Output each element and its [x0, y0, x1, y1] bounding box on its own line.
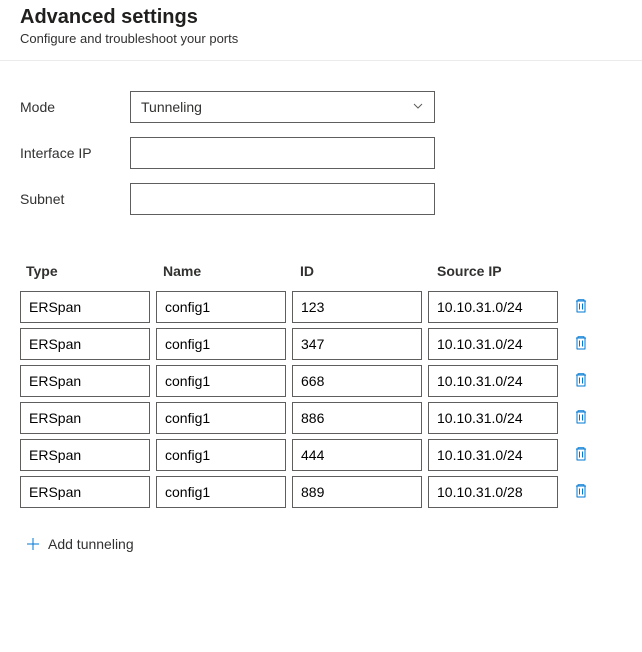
name-input[interactable] [156, 439, 286, 471]
subnet-label: Subnet [20, 191, 130, 207]
name-input[interactable] [156, 291, 286, 323]
table-header: Type Name ID Source IP [20, 263, 622, 291]
id-input[interactable] [292, 291, 422, 323]
chevron-down-icon [412, 99, 424, 115]
type-input[interactable] [20, 291, 150, 323]
page-header: Advanced settings Configure and troubles… [0, 0, 642, 61]
source-ip-input[interactable] [428, 439, 558, 471]
form-section: Mode Tunneling Interface IP Subnet [0, 61, 642, 215]
source-ip-input[interactable] [428, 328, 558, 360]
interface-label: Interface IP [20, 145, 130, 161]
trash-icon [573, 446, 589, 465]
type-input[interactable] [20, 402, 150, 434]
add-tunneling-label: Add tunneling [48, 536, 134, 552]
table-row [20, 365, 622, 397]
interface-ip-input[interactable] [130, 137, 435, 169]
id-input[interactable] [292, 328, 422, 360]
subnet-input[interactable] [130, 183, 435, 215]
mode-row: Mode Tunneling [20, 91, 622, 123]
id-input[interactable] [292, 476, 422, 508]
page-title: Advanced settings [20, 6, 622, 29]
header-source: Source IP [437, 263, 574, 279]
name-input[interactable] [156, 402, 286, 434]
trash-icon [573, 335, 589, 354]
page-subtitle: Configure and troubleshoot your ports [20, 31, 622, 46]
name-input[interactable] [156, 365, 286, 397]
trash-icon [573, 483, 589, 502]
header-id: ID [300, 263, 437, 279]
delete-row-button[interactable] [568, 476, 594, 508]
type-input[interactable] [20, 476, 150, 508]
interface-row: Interface IP [20, 137, 622, 169]
mode-dropdown[interactable]: Tunneling [130, 91, 435, 123]
mode-selected-value: Tunneling [141, 99, 202, 115]
delete-row-button[interactable] [568, 439, 594, 471]
source-ip-input[interactable] [428, 476, 558, 508]
type-input[interactable] [20, 328, 150, 360]
type-input[interactable] [20, 439, 150, 471]
table-body [20, 291, 622, 508]
id-input[interactable] [292, 439, 422, 471]
source-ip-input[interactable] [428, 291, 558, 323]
id-input[interactable] [292, 402, 422, 434]
name-input[interactable] [156, 476, 286, 508]
trash-icon [573, 298, 589, 317]
trash-icon [573, 409, 589, 428]
table-section: Type Name ID Source IP Add tunneling [0, 229, 642, 552]
source-ip-input[interactable] [428, 402, 558, 434]
trash-icon [573, 372, 589, 391]
add-tunneling-button[interactable]: Add tunneling [20, 536, 622, 552]
table-row [20, 328, 622, 360]
header-name: Name [163, 263, 300, 279]
table-row [20, 291, 622, 323]
subnet-row: Subnet [20, 183, 622, 215]
mode-label: Mode [20, 99, 130, 115]
delete-row-button[interactable] [568, 402, 594, 434]
table-row [20, 476, 622, 508]
delete-row-button[interactable] [568, 328, 594, 360]
source-ip-input[interactable] [428, 365, 558, 397]
table-row [20, 439, 622, 471]
plus-icon [26, 537, 40, 551]
header-type: Type [26, 263, 163, 279]
delete-row-button[interactable] [568, 291, 594, 323]
type-input[interactable] [20, 365, 150, 397]
id-input[interactable] [292, 365, 422, 397]
delete-row-button[interactable] [568, 365, 594, 397]
name-input[interactable] [156, 328, 286, 360]
table-row [20, 402, 622, 434]
